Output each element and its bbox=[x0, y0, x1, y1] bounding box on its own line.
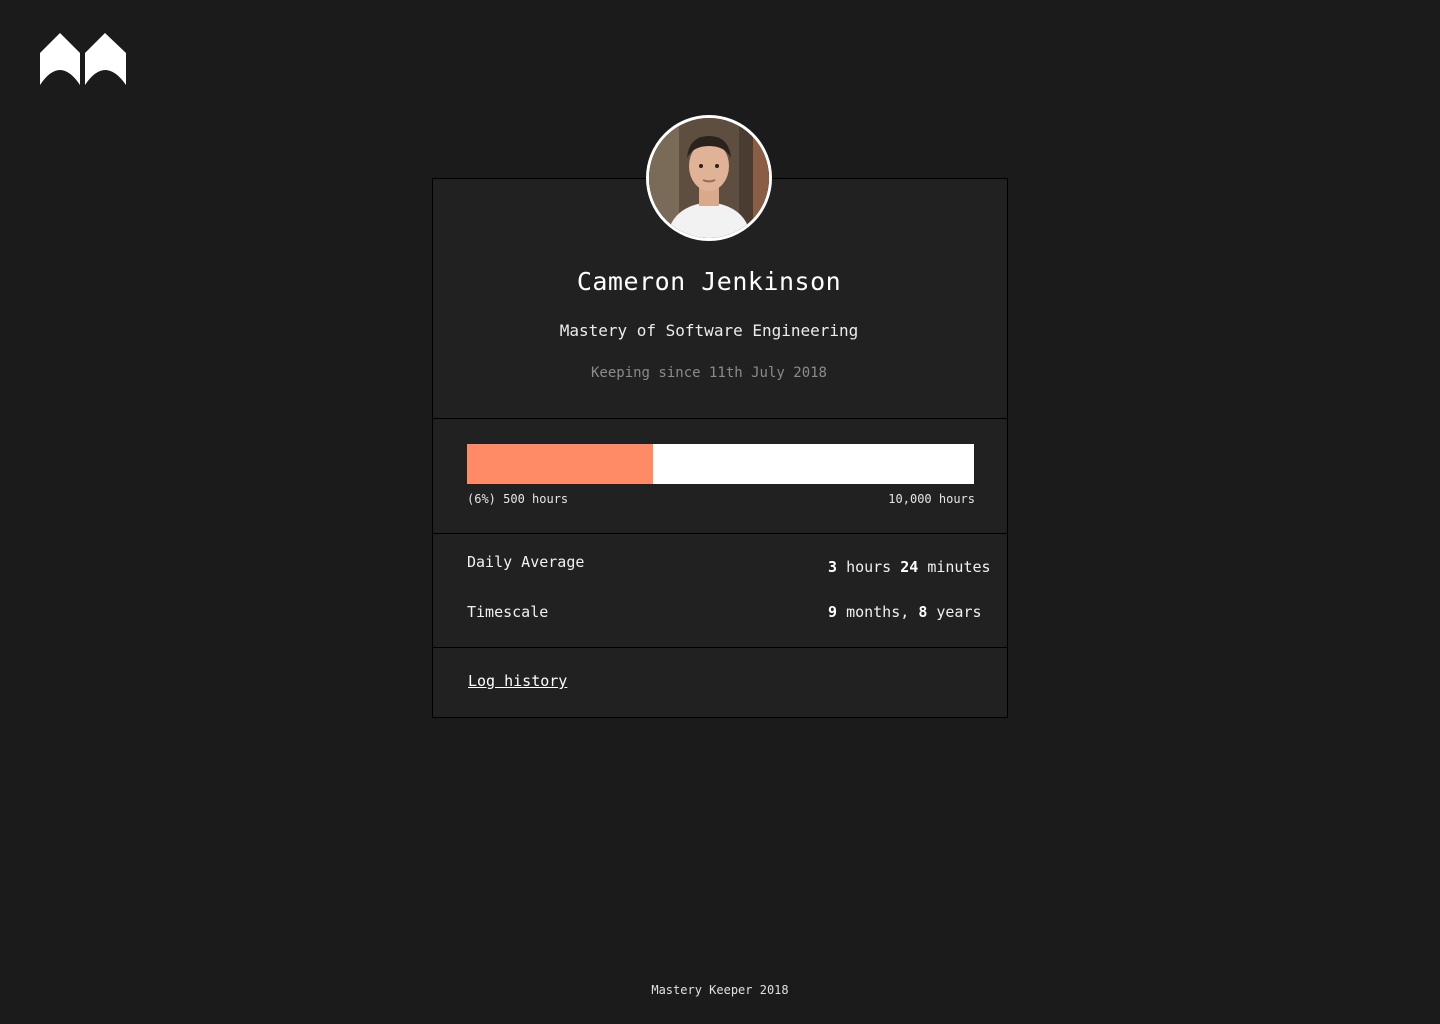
progress-section: (6%) 500 hours 10,000 hours bbox=[433, 419, 1007, 534]
user-avatar-icon bbox=[649, 118, 769, 238]
stats-section: Daily Average 3 hours 24 minutes Timesca… bbox=[433, 534, 1007, 648]
profile-section: Cameron Jenkinson Mastery of Software En… bbox=[433, 115, 1007, 419]
timescale-months-unit: months, bbox=[846, 603, 910, 621]
page: Cameron Jenkinson Mastery of Software En… bbox=[0, 0, 1440, 1024]
timescale-label: Timescale bbox=[467, 603, 549, 621]
keeping-since: Keeping since 11th July 2018 bbox=[590, 365, 827, 381]
timescale-years-unit: years bbox=[936, 603, 982, 621]
logo-mountains-icon bbox=[40, 33, 126, 85]
timescale-months: 9 bbox=[828, 603, 838, 621]
avatar bbox=[646, 115, 772, 241]
log-section: Log history bbox=[433, 648, 1007, 717]
profile-card: Cameron Jenkinson Mastery of Software En… bbox=[432, 115, 1008, 718]
daily-average-label: Daily Average bbox=[467, 553, 585, 571]
progress-current-label: (6%) 500 hours bbox=[467, 492, 569, 506]
timescale-years: 8 bbox=[918, 603, 928, 621]
footer-text: Mastery Keeper 2018 bbox=[651, 983, 789, 997]
daily-average-value: 3 hours 24 minutes bbox=[828, 558, 991, 576]
daily-average-minutes: 24 bbox=[900, 558, 919, 576]
mastery-keeper-logo-icon[interactable] bbox=[40, 33, 126, 85]
progress-bar-fill bbox=[467, 444, 654, 484]
timescale-value: 9 months, 8 years bbox=[828, 603, 982, 621]
profile-name: Cameron Jenkinson bbox=[576, 267, 842, 296]
mastery-goal: Mastery of Software Engineering bbox=[559, 321, 859, 340]
daily-average-minutes-unit: minutes bbox=[927, 558, 991, 576]
daily-average-hours: 3 bbox=[828, 558, 838, 576]
progress-target-label: 10,000 hours bbox=[888, 492, 975, 506]
log-history-link[interactable]: Log history bbox=[468, 672, 567, 690]
progress-bar bbox=[467, 444, 974, 484]
daily-average-hours-unit: hours bbox=[846, 558, 892, 576]
